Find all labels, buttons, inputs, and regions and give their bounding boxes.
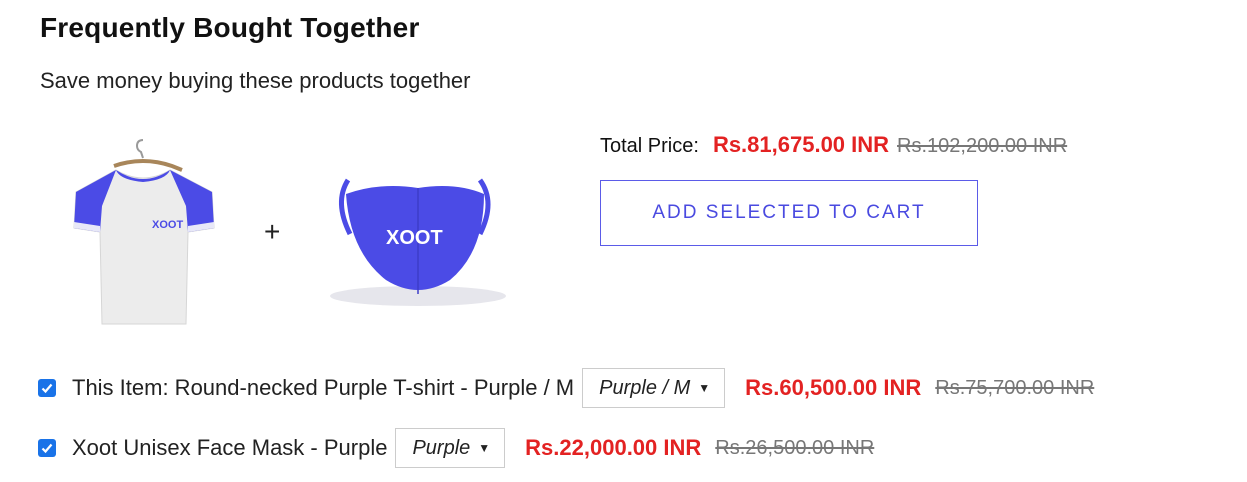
variant-select[interactable]: Purple ▼ (395, 428, 506, 468)
item-price: Rs.60,500.00 INR (745, 375, 922, 400)
add-selected-to-cart-button[interactable]: ADD SELECTED TO CART (600, 180, 978, 246)
checkmark-icon (41, 383, 53, 394)
tshirt-brand-text: XOOT (152, 219, 183, 231)
bundle-item-row: This Item: Round-necked Purple T-shirt -… (38, 368, 1094, 408)
item-checkbox[interactable] (38, 379, 56, 397)
tshirt-product-image[interactable]: XOOT (66, 136, 220, 332)
total-compare-price: Rs.102,200.00 INR (897, 135, 1068, 157)
face-mask-product-image[interactable]: XOOT (320, 172, 516, 312)
item-compare-price: Rs.75,700.00 INR (935, 376, 1095, 399)
plus-icon: + (264, 216, 281, 247)
section-subtitle: Save money buying these products togethe… (40, 68, 471, 93)
total-price-value: Rs.81,675.00 INR (712, 132, 890, 157)
mask-brand-text: XOOT (386, 227, 443, 249)
variant-select-value: Purple (412, 436, 471, 459)
item-price: Rs.22,000.00 INR (525, 435, 702, 460)
variant-select-value: Purple / M (599, 376, 691, 399)
section-title: Frequently Bought Together (40, 12, 420, 43)
bundle-item-row: Xoot Unisex Face Mask - Purple Purple ▼ … (38, 428, 874, 468)
item-name: Xoot Unisex Face Mask - Purple (72, 435, 388, 460)
total-price-label: Total Price: (600, 135, 699, 157)
checkmark-icon (41, 443, 53, 454)
item-compare-price: Rs.26,500.00 INR (715, 436, 875, 459)
item-name: This Item: Round-necked Purple T-shirt -… (72, 375, 575, 400)
item-checkbox[interactable] (38, 439, 56, 457)
total-price-row: Total Price: Rs.81,675.00 INR Rs.102,200… (600, 132, 1067, 158)
variant-select[interactable]: Purple / M ▼ (582, 368, 726, 408)
caret-down-icon: ▼ (698, 381, 711, 395)
caret-down-icon: ▼ (478, 441, 491, 455)
